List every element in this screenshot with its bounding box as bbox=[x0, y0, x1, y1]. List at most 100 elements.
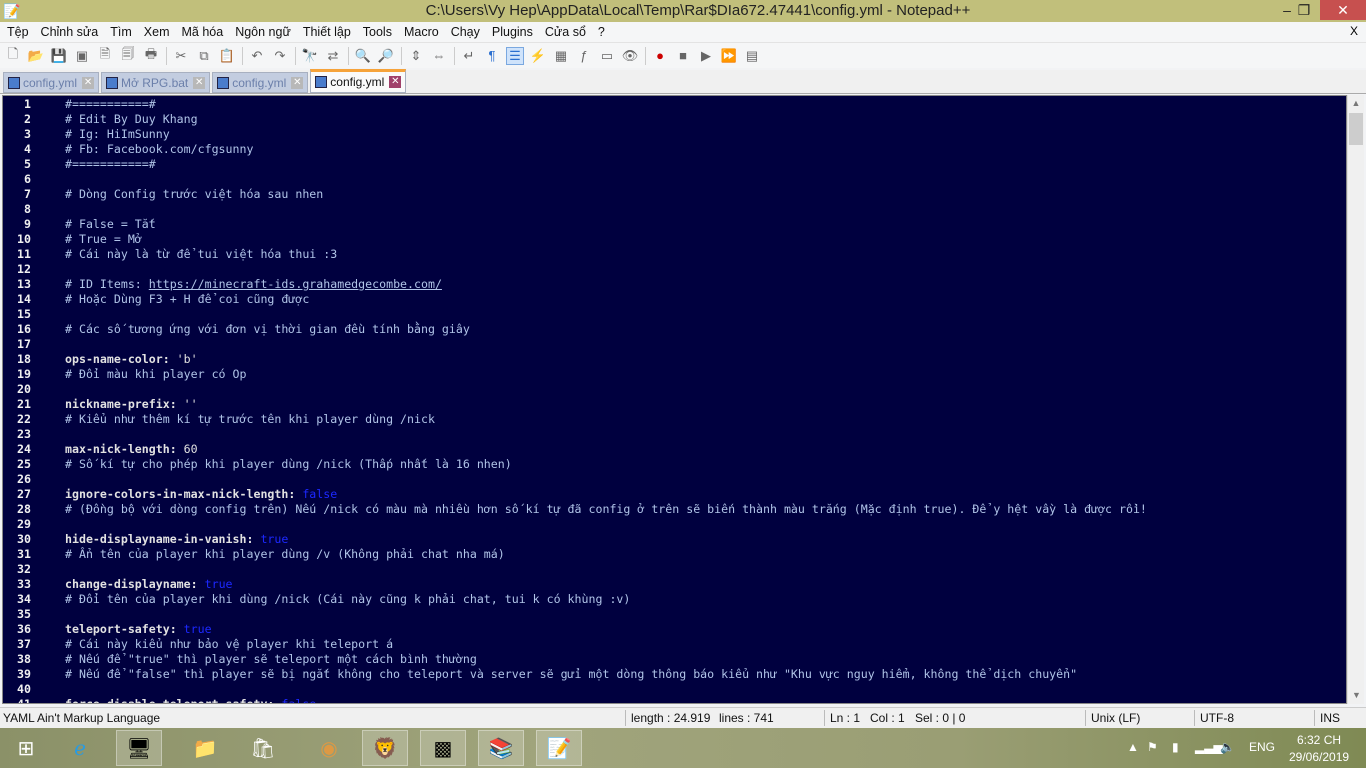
stop-recording-icon[interactable]: ■ bbox=[674, 47, 692, 65]
folder-as-workspace-icon[interactable]: ▭ bbox=[598, 47, 616, 65]
url-link[interactable]: https://minecraft-ids.grahamedgecombe.co… bbox=[149, 277, 442, 291]
redo-icon[interactable]: ↷ bbox=[271, 47, 289, 65]
user-defined-language-icon[interactable]: ⚡ bbox=[529, 47, 547, 65]
document-map-icon[interactable]: ▦ bbox=[552, 47, 570, 65]
menu-item[interactable]: Plugins bbox=[492, 25, 533, 39]
save-icon[interactable]: 💾 bbox=[50, 47, 68, 65]
title-bar: 📝 C:\Users\Vy Hep\AppData\Local\Temp\Rar… bbox=[0, 0, 1366, 22]
line-content: #===========# bbox=[65, 157, 156, 172]
minecraft-icon[interactable]: ▩ bbox=[420, 730, 466, 766]
line-number: 4 bbox=[24, 142, 31, 156]
open-file-icon[interactable]: 📂 bbox=[27, 47, 45, 65]
notepad-plus-plus-icon[interactable]: 📝 bbox=[536, 730, 582, 766]
menu-item[interactable]: Xem bbox=[144, 25, 170, 39]
sync-horizontal-icon[interactable]: ⇔ bbox=[430, 47, 448, 65]
line-number: 9 bbox=[24, 217, 31, 231]
code-line: 35 bbox=[3, 607, 1346, 622]
clock-date[interactable]: 29/06/2019 bbox=[1289, 750, 1349, 764]
word-wrap-icon[interactable]: ↵ bbox=[460, 47, 478, 65]
code-line: 2 # Edit By Duy Khang bbox=[3, 112, 1346, 127]
code-line: 38 # Nếu để "true" thì player sẽ teleport… bbox=[3, 652, 1346, 667]
record-macro-icon[interactable]: ● bbox=[651, 47, 669, 65]
tab-1[interactable]: Mở RPG.bat ✕ bbox=[101, 72, 211, 93]
code-line: 19 # Đổi màu khi player có Op bbox=[3, 367, 1346, 382]
code-line: 4 # Fb: Facebook.com/cfgsunny bbox=[3, 142, 1346, 157]
clock-time[interactable]: 6:32 CH bbox=[1297, 733, 1341, 747]
menu-item[interactable]: Cửa sổ bbox=[545, 25, 586, 39]
input-language[interactable]: ENG bbox=[1249, 740, 1275, 754]
menu-item[interactable]: Tools bbox=[363, 25, 392, 39]
tab-close-icon[interactable]: ✕ bbox=[82, 76, 95, 89]
chrome-icon[interactable]: ◉ bbox=[306, 730, 352, 766]
scroll-up-icon[interactable]: ▲ bbox=[1348, 95, 1364, 112]
internet-explorer-icon[interactable]: ℯ bbox=[58, 730, 102, 766]
brave-icon[interactable]: 🦁 bbox=[362, 730, 408, 766]
code-line: 21 nickname-prefix: '' bbox=[3, 397, 1346, 412]
windows-start-icon[interactable]: ⊞ bbox=[4, 730, 48, 766]
monitoring-icon[interactable]: 👁 bbox=[621, 47, 639, 65]
menu-item[interactable]: Tệp bbox=[7, 25, 29, 39]
new-file-icon[interactable]: 🗋 bbox=[4, 46, 22, 65]
indent-guide-icon[interactable]: ☰ bbox=[506, 46, 524, 65]
menu-item[interactable]: Tìm bbox=[110, 25, 132, 39]
line-number: 40 bbox=[17, 682, 31, 696]
tab-close-icon[interactable]: ✕ bbox=[193, 76, 206, 89]
line-content: # Dòng Config trước việt hóa sau nhen bbox=[65, 187, 323, 202]
file-explorer-icon[interactable]: 📁 bbox=[182, 730, 228, 766]
code-line: 25 # Số kí tự cho phép khi player dùng /n… bbox=[3, 457, 1346, 472]
volume-icon[interactable]: 🔈 bbox=[1220, 740, 1235, 754]
close-button[interactable]: ✕ bbox=[1320, 0, 1366, 20]
line-number: 10 bbox=[17, 232, 31, 246]
scroll-thumb[interactable] bbox=[1349, 113, 1363, 145]
save-macro-icon[interactable]: ▤ bbox=[743, 47, 761, 65]
windows-store-icon[interactable]: 🛍 bbox=[240, 730, 286, 766]
restore-button[interactable]: ❐ bbox=[1289, 0, 1319, 20]
zoom-out-icon[interactable]: 🔎 bbox=[377, 47, 395, 65]
network-icon[interactable]: ▂▃▅ bbox=[1195, 740, 1223, 754]
code-editor[interactable]: 1 #===========# 2 # Edit By Duy Khang 3 # Ig:… bbox=[2, 95, 1347, 704]
show-all-chars-icon[interactable]: ¶ bbox=[483, 47, 501, 65]
close-icon[interactable]: 🗎 bbox=[96, 46, 114, 65]
paste-icon[interactable]: 📋 bbox=[218, 47, 236, 65]
tab-0[interactable]: config.yml ✕ bbox=[3, 72, 100, 93]
status-eol: Unix (LF) bbox=[1091, 711, 1141, 725]
replace-icon[interactable]: ⇄ bbox=[324, 47, 342, 65]
vertical-scrollbar[interactable]: ▲ ▼ bbox=[1347, 95, 1364, 704]
menu-item[interactable]: Thiết lập bbox=[303, 25, 351, 39]
line-content: # Ẩn tên của player khi player dùng /v (… bbox=[65, 547, 505, 562]
menu-item[interactable]: Chạy bbox=[451, 25, 480, 39]
undo-icon[interactable]: ↶ bbox=[248, 47, 266, 65]
close-all-icon[interactable]: 🗐 bbox=[119, 46, 137, 65]
tab-close-icon[interactable]: ✕ bbox=[389, 76, 402, 88]
sync-vertical-icon[interactable]: ⇕ bbox=[407, 47, 425, 65]
run-macro-multiple-icon[interactable]: ⏩ bbox=[720, 47, 738, 65]
winrar-icon[interactable]: 📚 bbox=[478, 730, 524, 766]
print-icon[interactable]: 🖶 bbox=[142, 46, 160, 65]
save-all-icon[interactable]: ▣ bbox=[73, 47, 91, 65]
tab-3[interactable]: config.yml ✕ bbox=[310, 69, 407, 93]
comment-text: # Ig: HiImSunny bbox=[65, 127, 170, 141]
function-list-icon[interactable]: ƒ bbox=[575, 47, 593, 65]
find-icon[interactable]: 🔭 bbox=[301, 47, 319, 65]
zoom-in-icon[interactable]: 🔍 bbox=[354, 47, 372, 65]
scroll-down-icon[interactable]: ▼ bbox=[1348, 687, 1365, 704]
remote-desktop-icon[interactable]: 🖥 bbox=[116, 730, 162, 766]
tab-2[interactable]: config.yml ✕ bbox=[212, 72, 309, 93]
status-col: Col : 1 bbox=[870, 711, 905, 725]
comment-text: # Cái này kiểu như bảo vệ player khi tel… bbox=[65, 637, 394, 651]
status-language: YAML Ain't Markup Language bbox=[3, 711, 161, 725]
playback-icon[interactable]: ▶ bbox=[697, 47, 715, 65]
menu-item[interactable]: Ngôn ngữ bbox=[235, 25, 291, 39]
copy-icon[interactable]: ⧉ bbox=[195, 47, 213, 65]
comment-text: # Ẩn tên của player khi player dùng /v (… bbox=[65, 547, 505, 561]
battery-icon[interactable]: ▮ bbox=[1172, 740, 1179, 754]
menu-item[interactable]: Mã hóa bbox=[181, 25, 223, 39]
close-document-button[interactable]: X bbox=[1350, 24, 1358, 38]
menu-item[interactable]: ? bbox=[598, 25, 605, 39]
cut-icon[interactable]: ✂ bbox=[172, 47, 190, 65]
menu-item[interactable]: Macro bbox=[404, 25, 439, 39]
menu-item[interactable]: Chỉnh sửa bbox=[41, 25, 99, 39]
tab-close-icon[interactable]: ✕ bbox=[291, 76, 304, 89]
action-center-icon[interactable]: ⚑ bbox=[1147, 740, 1158, 754]
show-hidden-icons[interactable]: ▲ bbox=[1127, 740, 1139, 754]
